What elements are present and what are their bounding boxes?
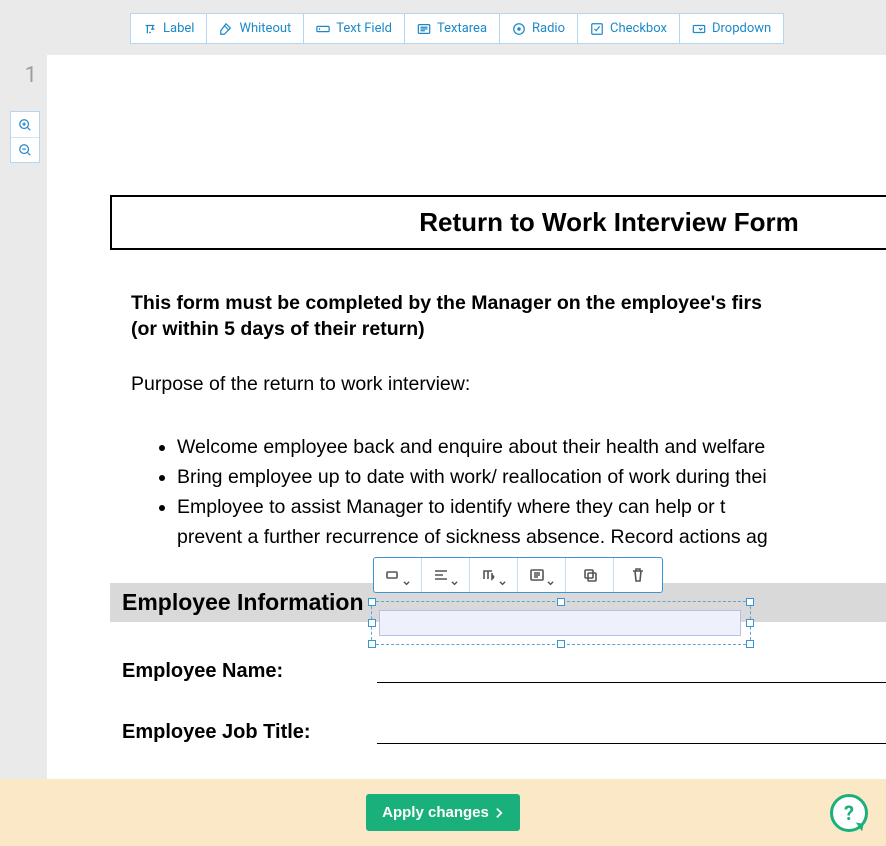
- resize-handle-bm[interactable]: [557, 640, 565, 648]
- apply-changes-banner: Apply changes: [0, 779, 886, 846]
- delete-button[interactable]: [614, 558, 662, 592]
- zoom-controls: [10, 111, 40, 163]
- job-title-line: [377, 742, 886, 744]
- document-canvas[interactable]: Return to Work Interview Form This form …: [47, 55, 886, 846]
- label-icon: [143, 22, 157, 36]
- bullet-item: Bring employee up to date with work/ rea…: [177, 462, 886, 492]
- field-context-toolbar: [373, 557, 663, 593]
- intro-line1: This form must be completed by the Manag…: [131, 290, 886, 316]
- form-field-toolbar: Label Whiteout Text Field Textarea Radio…: [130, 13, 784, 44]
- document-content: Return to Work Interview Form This form …: [47, 55, 886, 846]
- job-title-label: Employee Job Title:: [122, 721, 377, 744]
- resize-handle-tm[interactable]: [557, 598, 565, 606]
- duplicate-button[interactable]: [566, 558, 614, 592]
- label-tool[interactable]: Label: [130, 13, 206, 44]
- chevron-down-icon: [547, 572, 554, 579]
- field-employee-name: Employee Name:: [122, 660, 886, 683]
- help-button[interactable]: ?: [830, 794, 868, 832]
- radio-tool[interactable]: Radio: [499, 13, 577, 44]
- textarea-tool-text: Textarea: [437, 21, 487, 36]
- resize-handle-mr[interactable]: [746, 619, 754, 627]
- checkbox-tool-text: Checkbox: [610, 21, 667, 36]
- whiteout-icon: [219, 22, 233, 36]
- intro-paragraph: This form must be completed by the Manag…: [131, 290, 886, 343]
- label-tool-text: Label: [163, 21, 194, 36]
- bullet-item: Employee to assist Manager to identify w…: [177, 492, 886, 522]
- title-box: Return to Work Interview Form: [110, 195, 886, 250]
- chevron-down-icon: [451, 572, 458, 579]
- resize-handle-tl[interactable]: [368, 598, 376, 606]
- selection-bounding-box[interactable]: [371, 601, 751, 645]
- textfield-tool[interactable]: Text Field: [303, 13, 404, 44]
- properties-button[interactable]: [518, 558, 566, 592]
- page-gutter: 1: [0, 55, 47, 846]
- dropdown-tool-text: Dropdown: [712, 21, 771, 36]
- textfield-icon: [316, 22, 330, 36]
- textarea-tool[interactable]: Textarea: [404, 13, 499, 44]
- help-icon: ?: [844, 801, 854, 825]
- align-button[interactable]: [422, 558, 470, 592]
- zoom-out-button[interactable]: [11, 137, 39, 162]
- whiteout-tool-text: Whiteout: [239, 21, 291, 36]
- field-job-title: Employee Job Title:: [122, 721, 886, 744]
- employee-name-line: [377, 681, 886, 683]
- text-size-button[interactable]: [470, 558, 518, 592]
- dropdown-icon: [692, 22, 706, 36]
- chevron-down-icon: [403, 572, 410, 579]
- bullet-item: prevent a further recurrence of sickness…: [177, 522, 886, 552]
- apply-changes-button[interactable]: Apply changes: [366, 794, 520, 831]
- apply-changes-label: Apply changes: [382, 804, 489, 821]
- zoom-in-button[interactable]: [11, 112, 39, 137]
- resize-handle-br[interactable]: [746, 640, 754, 648]
- textfield-tool-text: Text Field: [336, 21, 392, 36]
- dropdown-tool[interactable]: Dropdown: [679, 13, 784, 44]
- resize-handle-ml[interactable]: [368, 619, 376, 627]
- intro-line2: (or within 5 days of their return): [131, 316, 886, 342]
- radio-icon: [512, 22, 526, 36]
- resize-handle-tr[interactable]: [746, 598, 754, 606]
- form-title: Return to Work Interview Form: [112, 207, 886, 238]
- purpose-heading: Purpose of the return to work interview:: [131, 373, 886, 396]
- resize-handle-bl[interactable]: [368, 640, 376, 648]
- purpose-bullets: Welcome employee back and enquire about …: [177, 432, 886, 553]
- page-number: 1: [0, 55, 47, 88]
- textarea-icon: [417, 22, 431, 36]
- chevron-down-icon: [499, 572, 506, 579]
- checkbox-tool[interactable]: Checkbox: [577, 13, 679, 44]
- employee-name-label: Employee Name:: [122, 660, 377, 683]
- chevron-right-icon: [495, 806, 504, 820]
- checkbox-icon: [590, 22, 604, 36]
- field-type-button[interactable]: [374, 558, 422, 592]
- bullet-item: Welcome employee back and enquire about …: [177, 432, 886, 462]
- radio-tool-text: Radio: [532, 21, 565, 36]
- whiteout-tool[interactable]: Whiteout: [206, 13, 303, 44]
